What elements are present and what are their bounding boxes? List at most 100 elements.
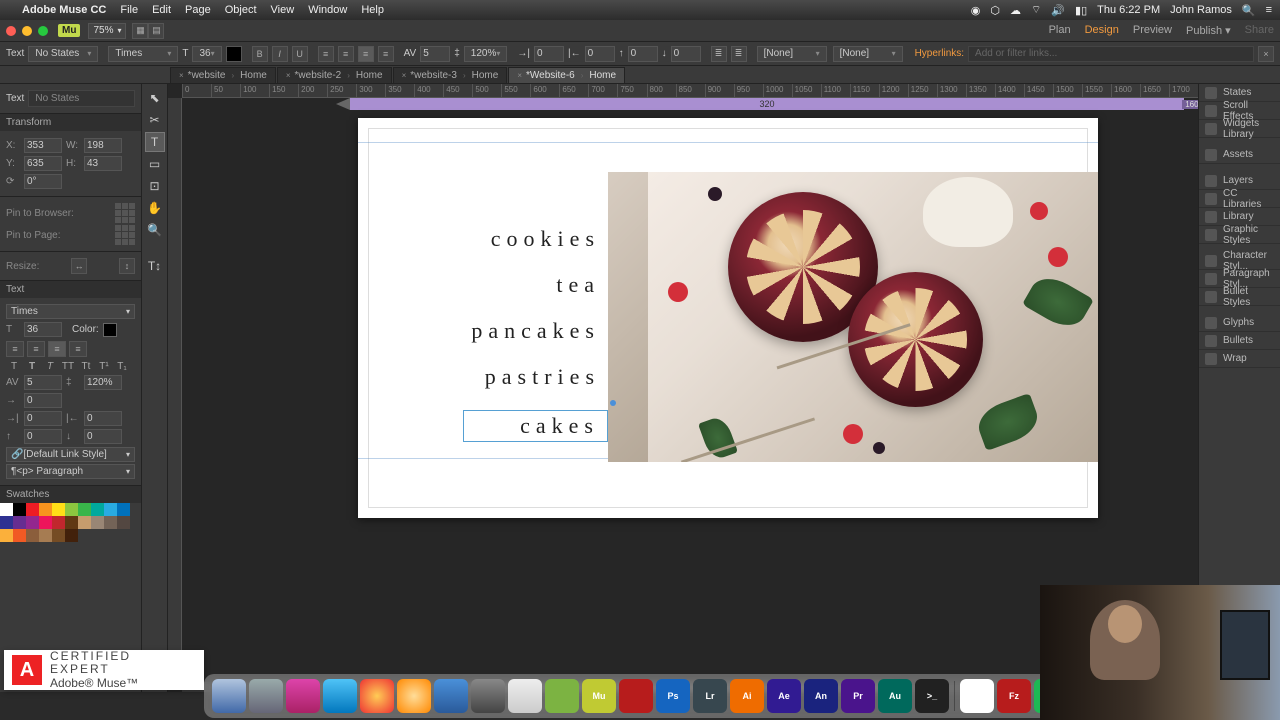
swatch[interactable] <box>65 529 78 542</box>
list-bullet-icon[interactable]: ≣ <box>711 46 727 62</box>
spafter-input[interactable]: 0 <box>671 46 701 62</box>
dock-app[interactable]: An <box>804 679 838 713</box>
hyperlink-clear[interactable]: × <box>1258 46 1274 62</box>
rp-widgets-library[interactable]: Widgets Library <box>1199 120 1280 138</box>
breakpoint-bar[interactable]: 320 1600 <box>350 98 1184 110</box>
dock-app[interactable] <box>545 679 579 713</box>
frame-tool[interactable]: ⊡ <box>145 176 165 196</box>
doc-tab[interactable]: ×*website-3›Home <box>393 67 508 83</box>
vtext-tool[interactable]: T↕ <box>145 256 165 276</box>
mode-share[interactable]: Share <box>1245 24 1274 37</box>
align-right-button[interactable]: ≡ <box>358 46 374 62</box>
swatch[interactable] <box>104 516 117 529</box>
x-input[interactable]: 353 <box>24 138 62 153</box>
menu-view[interactable]: View <box>271 4 295 16</box>
swatch[interactable] <box>104 503 117 516</box>
rp-wrap[interactable]: Wrap <box>1199 350 1280 368</box>
tt-sub[interactable]: T₁ <box>114 361 130 372</box>
swatch[interactable] <box>26 503 39 516</box>
dock-app[interactable]: Ai <box>730 679 764 713</box>
app-name[interactable]: Adobe Muse CC <box>22 4 106 16</box>
swatch[interactable] <box>65 503 78 516</box>
zoom-window[interactable] <box>38 26 48 36</box>
lp-para-dd[interactable]: ¶ <p> Paragraph <box>6 464 135 479</box>
lp-rm[interactable]: 0 <box>84 411 122 426</box>
swatch[interactable] <box>13 503 26 516</box>
selection-tool[interactable]: ⬉ <box>145 88 165 108</box>
lp-font-dd[interactable]: Times <box>6 304 135 319</box>
tt-bold[interactable]: T <box>24 361 40 372</box>
swatch[interactable] <box>65 516 78 529</box>
swatch[interactable] <box>39 529 52 542</box>
align-justify-button[interactable]: ≡ <box>378 46 394 62</box>
h-input[interactable]: 43 <box>84 156 122 171</box>
rindent-input[interactable]: 0 <box>585 46 615 62</box>
swatch[interactable] <box>52 516 65 529</box>
font-dropdown[interactable]: Times <box>108 46 178 62</box>
rp-cc-libraries[interactable]: CC Libraries <box>1199 190 1280 208</box>
zoom-select[interactable]: 75% <box>88 23 126 39</box>
swatch[interactable] <box>26 516 39 529</box>
dock-app[interactable] <box>360 679 394 713</box>
resize-h-icon[interactable]: ↔ <box>71 258 87 274</box>
cc-icon[interactable]: ◉ <box>971 4 981 17</box>
crop-tool[interactable]: ✂ <box>145 110 165 130</box>
swatch[interactable] <box>91 503 104 516</box>
zoom-tool[interactable]: 🔍 <box>145 220 165 240</box>
lp-sa[interactable]: 0 <box>84 429 122 444</box>
swatch[interactable] <box>13 516 26 529</box>
dock-app[interactable]: Ps <box>656 679 690 713</box>
nav-cakes-selected[interactable]: cakes <box>463 410 608 442</box>
align-left-button[interactable]: ≡ <box>318 46 334 62</box>
hyperlinks-field[interactable]: Add or filter links... <box>968 46 1254 62</box>
w-input[interactable]: 198 <box>84 138 122 153</box>
tt-italic[interactable]: T <box>42 361 58 372</box>
dock-app[interactable]: Lr <box>693 679 727 713</box>
states-dropdown[interactable]: No States <box>28 46 98 62</box>
cloud-icon[interactable]: ☁ <box>1010 4 1021 17</box>
rp-bullets[interactable]: Bullets <box>1199 332 1280 350</box>
nav-pastries[interactable]: pastries <box>485 364 608 390</box>
battery-icon[interactable]: ▮▯ <box>1075 4 1087 17</box>
underline-button[interactable]: U <box>292 46 308 62</box>
rp-glyphs[interactable]: Glyphs <box>1199 314 1280 332</box>
dock-app[interactable] <box>212 679 246 713</box>
lp-leading[interactable]: 120% <box>84 375 122 390</box>
dock-app[interactable] <box>619 679 653 713</box>
close-window[interactable] <box>6 26 16 36</box>
bp-handle-left[interactable] <box>336 98 350 110</box>
rp-assets[interactable]: Assets <box>1199 146 1280 164</box>
volume-icon[interactable]: 🔊 <box>1051 4 1065 17</box>
swatch[interactable] <box>52 503 65 516</box>
swatch[interactable] <box>39 503 52 516</box>
pin-page-grid[interactable] <box>115 225 135 245</box>
tt-sup[interactable]: T¹ <box>96 361 112 372</box>
tt-plain[interactable]: T <box>6 361 22 372</box>
rect-tool[interactable]: ▭ <box>145 154 165 174</box>
resize-v-icon[interactable]: ↕ <box>119 258 135 274</box>
dock-app[interactable]: Au <box>878 679 912 713</box>
swatch[interactable] <box>117 503 130 516</box>
pin-browser-grid[interactable] <box>115 203 135 223</box>
menu-page[interactable]: Page <box>185 4 211 16</box>
artboard[interactable]: cookies tea pancakes pastries cakes <box>358 118 1098 518</box>
swatch[interactable] <box>0 516 13 529</box>
dock-app[interactable]: Fz <box>997 679 1031 713</box>
mode-design[interactable]: Design <box>1085 24 1119 37</box>
menu-window[interactable]: Window <box>308 4 347 16</box>
lindent-input[interactable]: 0 <box>534 46 564 62</box>
swatch[interactable] <box>26 529 39 542</box>
spbefore-input[interactable]: 0 <box>628 46 658 62</box>
hand-tool[interactable]: ✋ <box>145 198 165 218</box>
left-states-dropdown[interactable]: No States <box>28 90 135 107</box>
parastyle-dropdown[interactable]: [None] <box>757 46 827 62</box>
mode-preview[interactable]: Preview <box>1133 24 1172 37</box>
swatch[interactable] <box>91 516 104 529</box>
dock-app[interactable] <box>249 679 283 713</box>
lp-align-c[interactable]: ≡ <box>27 341 45 357</box>
lp-size-input[interactable]: 36 <box>24 322 62 337</box>
clock[interactable]: Thu 6:22 PM <box>1097 4 1160 16</box>
font-size-dropdown[interactable]: 36 <box>192 46 221 62</box>
rp-bullet-styles[interactable]: Bullet Styles <box>1199 288 1280 306</box>
notif-icon[interactable]: ≡ <box>1266 4 1272 16</box>
